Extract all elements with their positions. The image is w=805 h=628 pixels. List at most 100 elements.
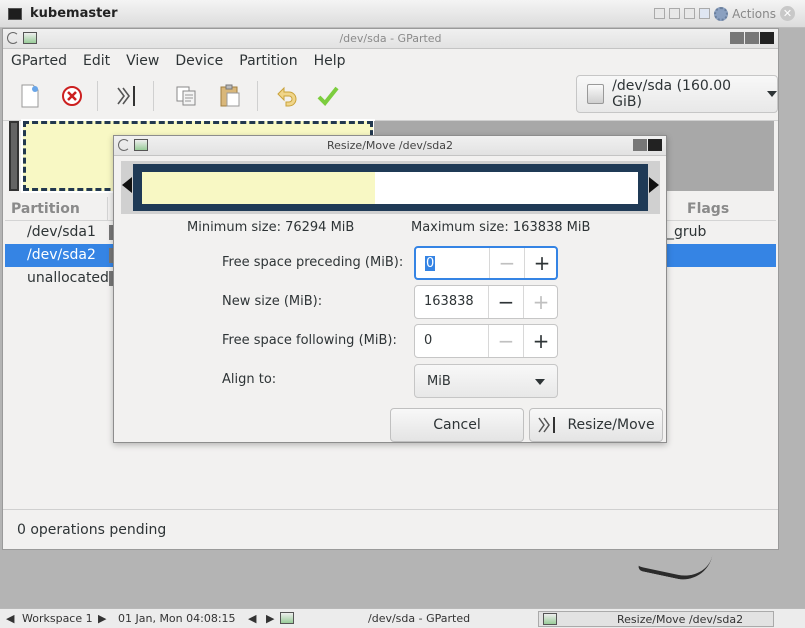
minus-icon[interactable]: − <box>488 286 523 318</box>
workspace-switcher[interactable]: Workspace 1 <box>22 612 93 625</box>
actions-menu[interactable]: Actions <box>732 7 776 21</box>
undo-button[interactable] <box>271 81 301 111</box>
dialog-title: Resize/Move /dev/sda2 <box>326 139 454 152</box>
new-size-value[interactable]: 163838 <box>424 294 474 309</box>
column-header-partition[interactable]: Partition <box>11 201 80 217</box>
copy-button[interactable] <box>171 81 201 111</box>
new-size-label: New size (MiB): <box>222 294 323 309</box>
align-combobox[interactable]: MiB <box>414 364 558 398</box>
close-icon[interactable]: ✕ <box>780 6 795 21</box>
device-selector[interactable]: /dev/sda (160.00 GiB) <box>576 75 778 113</box>
resize-move-button[interactable] <box>113 81 143 111</box>
menu-partition[interactable]: Partition <box>231 49 305 73</box>
operations-status: 0 operations pending <box>17 522 167 538</box>
vnc-controls: Actions ✕ <box>654 6 795 21</box>
minimum-size: Minimum size: 76294 MiB <box>187 220 355 235</box>
minus-icon[interactable]: − <box>489 248 524 278</box>
toolbar-separator <box>257 81 258 111</box>
align-value: MiB <box>427 374 451 389</box>
disk-icon <box>587 84 605 104</box>
plus-icon[interactable]: + <box>523 286 558 318</box>
free-following-label: Free space following (MiB): <box>222 333 397 348</box>
used-space <box>142 172 376 204</box>
close-icon[interactable] <box>648 139 662 151</box>
menu-edit[interactable]: Edit <box>75 49 118 73</box>
new-size-spinner[interactable]: 163838 − + <box>414 285 558 319</box>
chevron-down-icon <box>767 91 777 97</box>
menu-help[interactable]: Help <box>306 49 354 73</box>
column-header-flags[interactable]: Flags <box>687 201 729 217</box>
partition-flags: _grub <box>667 224 707 240</box>
minus-icon[interactable]: − <box>488 325 523 357</box>
task-gparted[interactable]: /dev/sda - GParted <box>368 612 470 625</box>
vnc-titlebar: kubemaster Actions ✕ <box>0 0 805 28</box>
delete-icon <box>62 86 82 106</box>
free-following-spinner[interactable]: 0 − + <box>414 324 558 358</box>
align-label: Align to: <box>222 372 277 387</box>
plus-icon[interactable]: + <box>523 325 558 357</box>
resize-move-icon <box>117 86 135 106</box>
free-preceding-value[interactable]: 0 <box>425 256 436 271</box>
menu-device[interactable]: Device <box>167 49 231 73</box>
terminal-icon <box>8 8 22 20</box>
arrow-right-icon[interactable]: ▶ <box>266 612 274 625</box>
statusbar-divider <box>3 509 778 510</box>
plus-icon[interactable]: + <box>524 248 559 278</box>
close-icon[interactable] <box>760 32 774 44</box>
window-icon[interactable] <box>654 8 666 19</box>
free-following-value[interactable]: 0 <box>424 333 432 348</box>
left-handle-icon[interactable] <box>122 177 132 193</box>
resize-move-confirm-button[interactable]: Resize/Move <box>529 408 663 442</box>
maximum-size: Maximum size: 163838 MiB <box>411 220 591 235</box>
device-selector-label: /dev/sda (160.00 GiB) <box>612 78 732 110</box>
app-icon <box>280 612 294 624</box>
toolbar-separator <box>97 81 98 111</box>
free-preceding-label: Free space preceding (MiB): <box>222 255 404 270</box>
window-title: /dev/sda - GParted <box>339 32 442 45</box>
free-preceding-spinner[interactable]: 0 − + <box>414 246 558 280</box>
menu-gparted[interactable]: GParted <box>3 49 75 73</box>
resize-move-dialog: Resize/Move /dev/sda2 Minimum size: 7629… <box>113 135 667 443</box>
window-titlebar: /dev/sda - GParted <box>3 29 778 49</box>
arrow-right-icon[interactable]: ▶ <box>98 612 106 625</box>
gear-icon[interactable] <box>714 6 729 21</box>
minimize-icon[interactable] <box>730 32 744 44</box>
vnc-title: kubemaster <box>30 6 118 21</box>
minimize-icon[interactable] <box>633 139 647 151</box>
menubar: GParted Edit View Device Partition Help <box>3 49 778 73</box>
cancel-label: Cancel <box>433 417 481 433</box>
resize-slider[interactable] <box>121 161 660 214</box>
undo-icon <box>277 86 297 107</box>
graph-partition-sda1[interactable] <box>9 121 19 191</box>
partition-frame[interactable] <box>133 164 648 211</box>
right-handle-icon[interactable] <box>649 177 659 193</box>
arrow-left-icon[interactable]: ◀ <box>248 612 256 625</box>
copy-icon <box>176 86 196 106</box>
app-icon <box>543 613 557 625</box>
delete-partition-button[interactable] <box>57 81 87 111</box>
task-resize-move-label: Resize/Move /dev/sda2 <box>617 613 744 626</box>
maximize-icon[interactable] <box>745 32 759 44</box>
taskbar: ◀ Workspace 1 ▶ 01 Jan, Mon 04:08:15 ◀ ▶… <box>0 608 805 628</box>
toolbar-separator <box>153 81 154 111</box>
paste-button[interactable] <box>215 81 245 111</box>
window-icon[interactable] <box>669 8 681 19</box>
window-icon[interactable] <box>684 8 696 19</box>
paste-icon <box>220 84 240 107</box>
chevron-down-icon <box>535 379 545 385</box>
partition-name: /dev/sda2 <box>27 247 96 263</box>
clock: 01 Jan, Mon 04:08:15 <box>118 612 236 625</box>
partition-name: /dev/sda1 <box>27 224 96 240</box>
task-resize-move[interactable]: Resize/Move /dev/sda2 <box>538 611 774 627</box>
flag-icon[interactable] <box>699 8 711 19</box>
new-partition-button[interactable] <box>15 81 45 111</box>
apply-icon <box>317 86 339 106</box>
menu-view[interactable]: View <box>118 49 167 73</box>
resize-move-icon <box>538 417 556 433</box>
partition-extent <box>142 172 638 204</box>
apply-button[interactable] <box>313 81 343 111</box>
cancel-button[interactable]: Cancel <box>390 408 524 442</box>
resize-move-label: Resize/Move <box>567 417 655 433</box>
arrow-left-icon[interactable]: ◀ <box>6 612 14 625</box>
new-icon <box>21 84 39 108</box>
